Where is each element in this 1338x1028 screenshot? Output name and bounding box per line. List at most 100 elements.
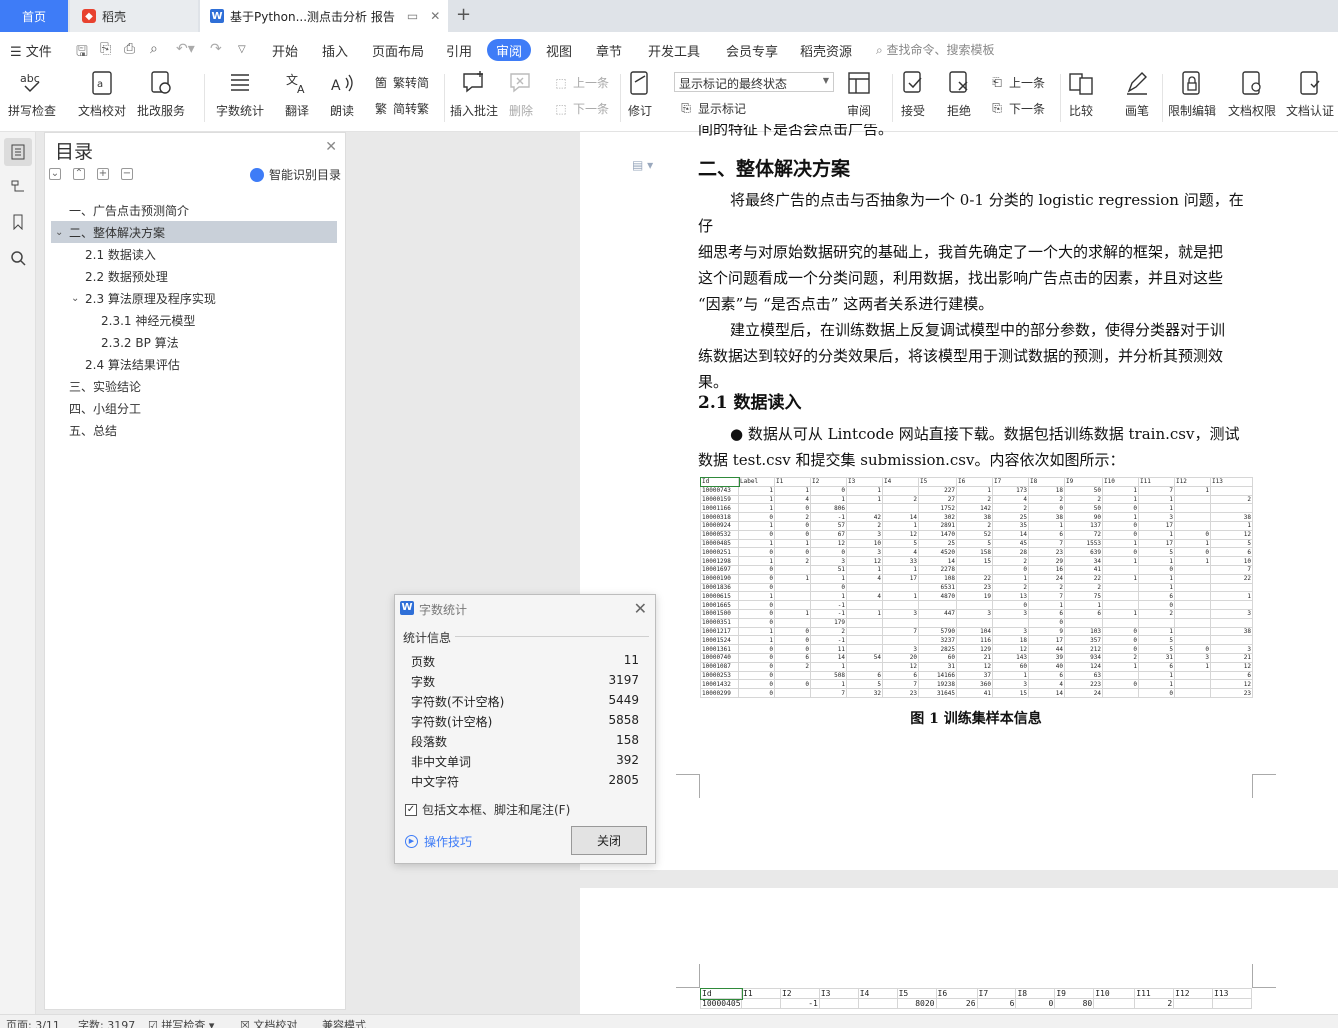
track-changes-button[interactable]: 修订 [627, 70, 653, 119]
print-icon[interactable]: ⎙ [124, 41, 135, 57]
redo-icon[interactable]: ↷ [210, 41, 222, 57]
table-cell: 0 [774, 529, 811, 540]
file-menu-label: 文件 [25, 45, 52, 60]
batch-service-button[interactable]: 批改服务 [137, 70, 185, 119]
menu-insert[interactable]: 插入 [322, 41, 348, 60]
toc-item[interactable]: 2.3.1 神经元模型 [51, 309, 337, 331]
tab-close-icon[interactable]: ✕ [430, 9, 440, 23]
word-count-label: 字数统计 [216, 104, 265, 118]
toc-item[interactable]: 一、广告点击预测简介 [51, 199, 337, 221]
menu-developer[interactable]: 开发工具 [648, 41, 700, 60]
bookmark-icon[interactable] [8, 212, 28, 232]
toc-item[interactable]: 三、实验结论 [51, 375, 337, 397]
menu-page-layout[interactable]: 页面布局 [372, 41, 424, 60]
toc-item[interactable]: 五、总结 [51, 419, 337, 441]
toc-item[interactable]: 2.4 算法结果评估 [51, 353, 337, 375]
include-textbox-checkbox[interactable]: ✓ 包括文本框、脚注和尾注(F) [405, 801, 570, 818]
menu-member[interactable]: 会员专享 [726, 41, 778, 60]
toc-item[interactable]: 2.1 数据读入 [51, 243, 337, 265]
toc-item[interactable]: 2.3.2 BP 算法 [51, 331, 337, 353]
close-button[interactable]: 关闭 [571, 826, 647, 855]
pen-button[interactable]: 画笔 [1124, 70, 1150, 119]
close-icon[interactable]: ✕ [634, 599, 647, 618]
collapse-icon[interactable]: ⌄ [49, 168, 61, 180]
export-pdf-icon[interactable]: ⎘ [100, 41, 111, 57]
smart-toc-button[interactable]: 智能识别目录 [249, 166, 341, 183]
menu-review[interactable]: 审阅 [487, 39, 531, 61]
remove-heading-icon[interactable]: − [121, 168, 133, 180]
accept-button[interactable]: 接受 [900, 70, 926, 119]
table-cell [1174, 503, 1211, 514]
print-preview-icon[interactable]: ⌕ [150, 41, 158, 57]
prev-comment-button[interactable]: ⬚ 上一条 [553, 74, 609, 91]
toc-item[interactable]: ⌄ 二、整体解决方案 [51, 221, 337, 243]
word-count-button[interactable]: 字数统计 [216, 70, 264, 119]
toc-panel-icon[interactable] [4, 138, 32, 166]
ribbon-separator [444, 74, 445, 122]
show-markup-button[interactable]: ⎘ 显示标记 [678, 100, 746, 117]
expand-icon[interactable]: ⌃ [73, 168, 85, 180]
table-cell: 10000159 [700, 494, 739, 505]
status-word-count[interactable]: 字数: 3197 [78, 1017, 135, 1028]
insert-comment-button[interactable]: 插入批注 [450, 70, 498, 119]
tab-document[interactable]: W 基于Python...测点击分析 报告 ▭ ✕ [200, 0, 448, 32]
trad-to-simp-button[interactable]: 箇繁转简 [373, 74, 429, 91]
table-cell: 10000924 [700, 520, 739, 531]
toc-item[interactable]: ⌄ 2.3 算法原理及程序实现 [51, 287, 337, 309]
chevron-down-icon[interactable]: ⌄ [71, 293, 85, 304]
spell-check-button[interactable]: abc 拼写检查 [8, 70, 56, 119]
table-cell [918, 600, 957, 610]
toc-item[interactable]: 2.2 数据预处理 [51, 265, 337, 287]
menu-references[interactable]: 引用 [446, 41, 472, 60]
menu-view[interactable]: 视图 [546, 41, 572, 60]
file-menu[interactable]: ☰ 文件 [10, 41, 52, 60]
status-doc-proof[interactable]: ☒ 文档校对 [240, 1017, 297, 1028]
doc-proof-button[interactable]: a 文档校对 [78, 70, 126, 119]
translate-button[interactable]: 文A 翻译 [284, 70, 310, 119]
doc-rights-button[interactable]: 文档权限 [1228, 70, 1276, 119]
table-cell: 18 [1028, 485, 1065, 496]
restrict-edit-button[interactable]: 限制编辑 [1168, 70, 1216, 119]
undo-icon[interactable]: ↶▾ [176, 41, 195, 57]
markup-state-select[interactable]: 显示标记的最终状态 ▼ [674, 72, 834, 92]
menu-daoke-resources[interactable]: 稻壳资源 [800, 41, 852, 60]
table-cell: 6 [1138, 591, 1175, 602]
status-spell-check[interactable]: ☑ 拼写检查 ▾ [148, 1017, 214, 1028]
table-cell: 13 [992, 591, 1029, 602]
doc-certify-button[interactable]: 文档认证 [1286, 70, 1334, 119]
review-pane-button[interactable]: 审阅 [846, 70, 872, 119]
compare-button[interactable]: 比较 [1068, 70, 1094, 119]
simp-to-trad-button[interactable]: 繁简转繁 [373, 100, 429, 117]
reject-button[interactable]: 拒绝 [946, 70, 972, 119]
command-search[interactable]: ⌕ 查找命令、搜索模板 [876, 41, 995, 58]
paragraph-menu-icon[interactable]: ▤ ▾ [632, 158, 653, 172]
save-icon[interactable]: 🖫 [76, 41, 88, 65]
table-cell: 1752 [918, 503, 957, 514]
tab-home[interactable]: 首页 [0, 0, 68, 32]
search-icon[interactable] [8, 248, 28, 268]
read-aloud-button[interactable]: A 朗读 [329, 70, 355, 119]
tab-daoke[interactable]: ◆ 稻壳 [70, 0, 198, 32]
table-row: 10001836 0 0 6531 23 2 2 2 1 [700, 582, 1253, 593]
tips-link[interactable]: ▶ 操作技巧 [405, 833, 472, 850]
table-cell: 37 [956, 670, 993, 681]
table-cell: 16 [1028, 564, 1065, 575]
status-page[interactable]: 页面: 3/11 [6, 1017, 60, 1028]
menu-chapter[interactable]: 章节 [596, 41, 622, 60]
add-heading-icon[interactable]: + [97, 168, 109, 180]
customize-qa-icon[interactable]: ▽ [238, 44, 246, 55]
tab-pin-icon[interactable]: ▭ [407, 9, 418, 23]
new-tab-icon[interactable]: + [456, 4, 471, 25]
table-cell: 1 [1174, 556, 1211, 566]
next-change-button[interactable]: ⎘ 下一条 [989, 100, 1045, 117]
menu-start[interactable]: 开始 [272, 41, 298, 60]
prev-change-button[interactable]: ⎗ 上一条 [989, 74, 1045, 91]
para1-line: 细思考与对原始数据研究的基础上，我首先确定了一个大的求解的框架，就是把 [698, 243, 1224, 261]
next-comment-button[interactable]: ⬚ 下一条 [553, 100, 609, 117]
delete-comment-button[interactable]: 删除 [508, 70, 534, 119]
structure-icon[interactable] [8, 176, 28, 196]
table-cell: 0 [810, 582, 847, 593]
chevron-down-icon[interactable]: ⌄ [55, 227, 69, 238]
close-icon[interactable]: ✕ [325, 139, 337, 155]
toc-item[interactable]: 四、小组分工 [51, 397, 337, 419]
